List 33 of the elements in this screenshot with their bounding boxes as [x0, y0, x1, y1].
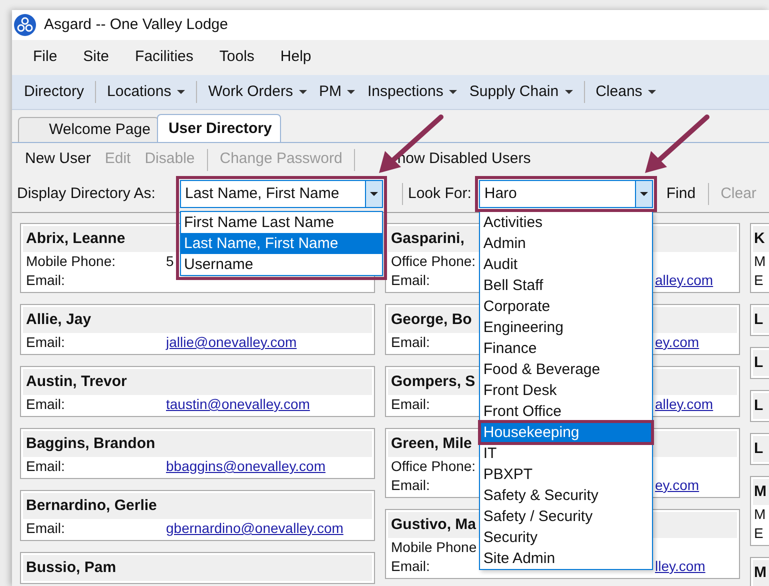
field-label: Office Phone: — [391, 252, 476, 271]
field-label: M — [754, 252, 766, 271]
contact-name: M — [753, 560, 769, 586]
field-label: Look For: — [408, 184, 472, 204]
contact-name: Austin, Trevor — [23, 369, 372, 395]
field-label: Email: — [26, 519, 65, 538]
contact-name: K — [753, 226, 769, 252]
window-title: Asgard -- One Valley Lodge — [44, 14, 228, 35]
contact-name: L — [753, 436, 769, 462]
field-label: Email: — [26, 333, 65, 352]
field-label: Email: — [391, 271, 430, 290]
contact-name: Bernardino, Gerlie — [23, 493, 372, 519]
contact-name: L — [753, 350, 769, 376]
contact-name: Allie, Jay — [23, 307, 372, 333]
field-label: Mobile Phone: — [26, 252, 116, 271]
field-label: Email: — [391, 557, 430, 576]
field-label: Email: — [26, 457, 65, 476]
contact-name: L — [753, 393, 769, 419]
field-label: Office Phone: — [391, 457, 476, 476]
field-label: Email: — [26, 271, 65, 290]
field-label: Email: — [391, 333, 430, 352]
contact-name: Baggins, Brandon — [23, 431, 372, 457]
field-label: Display Directory As: — [17, 184, 156, 204]
contact-name: L — [753, 307, 769, 333]
field-label: Mobile Phone — [391, 538, 477, 557]
field-label: Email: — [391, 395, 430, 414]
field-label: M — [754, 505, 766, 524]
contact-name: M — [753, 479, 769, 505]
field-label: E — [754, 524, 764, 543]
phone-number: 5 — [166, 252, 174, 271]
field-label: E — [754, 271, 764, 290]
field-label: Email: — [391, 476, 430, 495]
field-label: Email: — [26, 395, 65, 414]
